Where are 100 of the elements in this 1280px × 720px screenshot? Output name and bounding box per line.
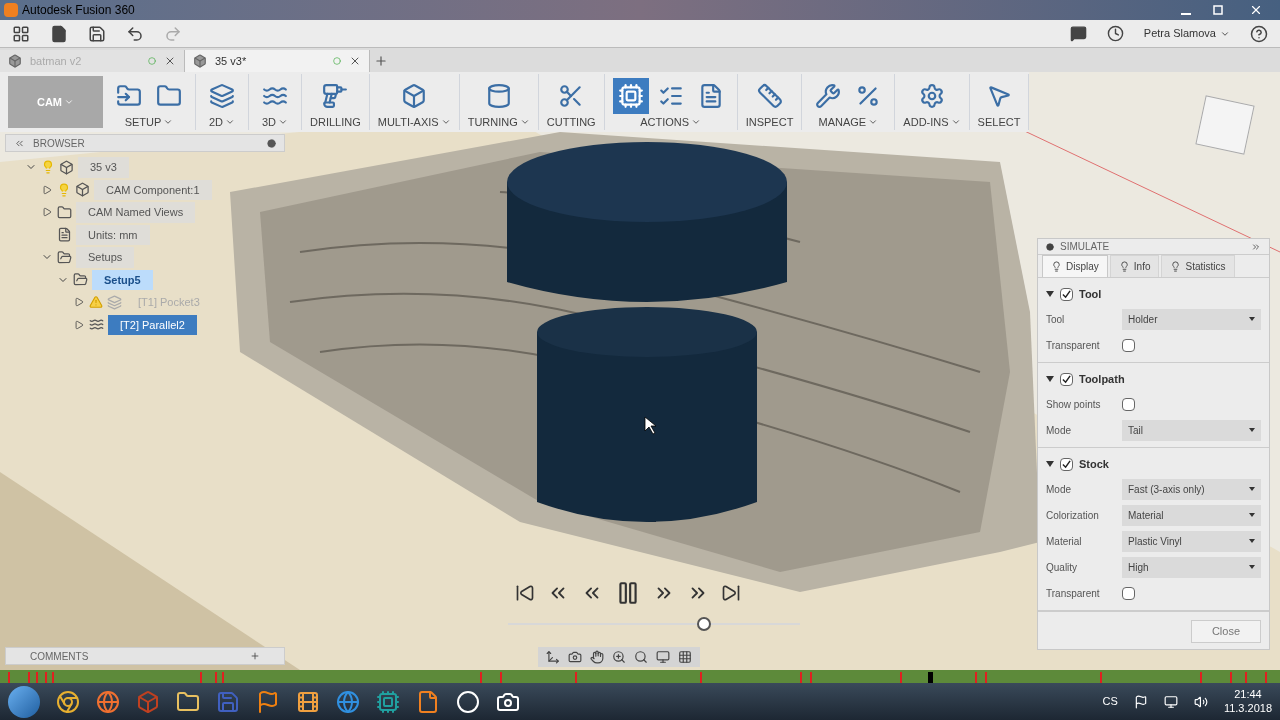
folder-icon[interactable] <box>176 689 200 714</box>
lightbulb-icon <box>1170 261 1182 272</box>
checkmark-icon <box>1062 289 1071 299</box>
pan-icon[interactable] <box>590 650 604 664</box>
new-tab-icon[interactable] <box>374 54 388 68</box>
tree-item[interactable]: CAM Named Views <box>76 202 196 223</box>
dropdown-field[interactable]: Holder <box>1122 308 1261 330</box>
apps-grid-icon[interactable] <box>12 24 30 43</box>
triangle-icon <box>42 207 52 218</box>
close-tab-icon[interactable] <box>164 55 176 67</box>
add-comment-icon[interactable] <box>250 651 260 661</box>
ribbon-group-button[interactable]: 2D <box>208 114 236 131</box>
field-label: Transparent <box>1046 338 1101 353</box>
chip-icon[interactable] <box>612 78 649 114</box>
triangle-down-icon <box>1046 461 1054 467</box>
checkbox[interactable] <box>1122 338 1135 352</box>
section-caret-icon[interactable] <box>1046 291 1054 297</box>
panel-tab[interactable]: Statistics <box>1161 255 1235 277</box>
ribbon-group-button[interactable]: 3D <box>261 114 289 131</box>
expand-triangle-icon[interactable] <box>42 207 52 218</box>
comment-icon[interactable] <box>1069 25 1087 42</box>
pin-icon[interactable] <box>1046 242 1054 251</box>
caret-icon <box>1249 565 1255 569</box>
close-button[interactable]: Close <box>1190 620 1261 643</box>
tree-item[interactable]: Setup5 <box>92 269 153 290</box>
grid-icon[interactable] <box>678 650 692 664</box>
ribbon-group-button[interactable]: SETUP <box>124 114 174 131</box>
dropdown-field[interactable]: Plastic Vinyl <box>1122 530 1261 552</box>
mouse-pointer-icon <box>644 416 657 435</box>
file-icon[interactable] <box>50 24 68 43</box>
section-checkbox[interactable] <box>1060 372 1073 386</box>
checkbox[interactable] <box>1122 397 1135 411</box>
camera-icon[interactable] <box>568 650 582 664</box>
zoom-icon[interactable] <box>612 650 626 664</box>
language-indicator[interactable]: CS <box>1102 693 1118 710</box>
dropdown-field[interactable]: Tail <box>1122 419 1261 441</box>
dropdown-field[interactable]: Fast (3-axis only) <box>1122 478 1261 500</box>
globe-icon[interactable] <box>96 689 120 714</box>
panel-title: COMMENTS <box>30 649 90 664</box>
undo-icon[interactable] <box>126 24 144 43</box>
chip-icon[interactable] <box>376 689 400 714</box>
globe-icon[interactable] <box>336 689 360 714</box>
panel-title: SIMULATE <box>1060 240 1111 254</box>
pin-icon[interactable] <box>267 138 276 148</box>
network-icon[interactable] <box>1163 694 1178 709</box>
tree-item[interactable]: [T2] Parallel2 <box>108 314 197 335</box>
playback-slider[interactable] <box>508 617 800 631</box>
triangle-icon <box>74 319 84 330</box>
tree-item[interactable]: Units: mm <box>76 224 150 245</box>
dropdown-field[interactable]: Material <box>1122 504 1261 526</box>
skip-to-start-icon[interactable] <box>515 583 535 603</box>
user-menu[interactable]: Petra Slamova <box>1143 25 1230 42</box>
volume-icon[interactable] <box>1193 694 1208 709</box>
history-icon[interactable] <box>1106 25 1124 42</box>
box-icon[interactable] <box>136 689 160 714</box>
expand-triangle-icon[interactable] <box>42 184 52 195</box>
tab-title: 35 v3* <box>215 53 248 69</box>
panel-tab[interactable]: Display <box>1042 255 1108 277</box>
orbit-icon[interactable] <box>546 650 560 664</box>
tree-item[interactable]: CAM Component:1 <box>94 179 212 200</box>
app-logo-icon <box>4 3 18 17</box>
video-icon[interactable] <box>296 689 320 714</box>
dropdown-field[interactable]: High <box>1122 556 1261 578</box>
browser-icon[interactable] <box>56 689 80 714</box>
caret-icon <box>64 97 75 107</box>
ribbon-group-button[interactable]: SELECT <box>977 114 1021 131</box>
status-circle-icon <box>148 57 156 65</box>
circle-icon[interactable] <box>456 689 480 714</box>
section-caret-icon[interactable] <box>1046 461 1054 467</box>
lightbulb-icon <box>1118 261 1130 272</box>
file-icon[interactable] <box>416 689 440 714</box>
start-button[interactable] <box>8 685 40 718</box>
clock[interactable]: 21:44 11.3.2018 <box>1223 687 1272 716</box>
help-icon[interactable] <box>1250 24 1268 43</box>
ribbon-group-button[interactable]: ACTIONS <box>640 114 702 131</box>
ribbon-group-button[interactable]: DRILLING <box>310 114 361 131</box>
ribbon-group-button[interactable]: MULTI-AXIS <box>377 114 451 131</box>
panel-title: BROWSER <box>33 136 86 151</box>
section-checkbox[interactable] <box>1060 287 1073 301</box>
section-caret-icon[interactable] <box>1046 376 1054 382</box>
document-tab[interactable]: 35 v3* <box>185 50 370 72</box>
skip-to-end-icon[interactable] <box>721 583 741 603</box>
tree-item[interactable]: Setups <box>76 247 135 268</box>
panel-tab[interactable]: Info <box>1109 255 1160 277</box>
save-icon[interactable] <box>88 24 106 43</box>
display-icon[interactable] <box>656 650 670 664</box>
flag-icon[interactable] <box>1133 694 1148 709</box>
ribbon-group-button[interactable]: INSPECT <box>745 114 794 131</box>
section-checkbox[interactable] <box>1060 457 1073 471</box>
ribbon-group-button[interactable]: CUTTING <box>546 114 596 131</box>
ribbon-group-button[interactable]: ADD-INS <box>903 114 961 131</box>
expand-triangle-icon[interactable] <box>74 319 84 330</box>
ribbon-group-button[interactable]: MANAGE <box>818 114 879 131</box>
tree-item[interactable]: 35 v3 <box>78 157 129 178</box>
checkbox[interactable] <box>1122 586 1135 600</box>
box-icon <box>193 54 207 68</box>
field-label: Mode <box>1046 423 1072 438</box>
ribbon-group-button[interactable]: TURNING <box>467 114 530 131</box>
close-tab-icon[interactable] <box>349 55 361 67</box>
zoom-window-icon[interactable] <box>634 650 648 664</box>
